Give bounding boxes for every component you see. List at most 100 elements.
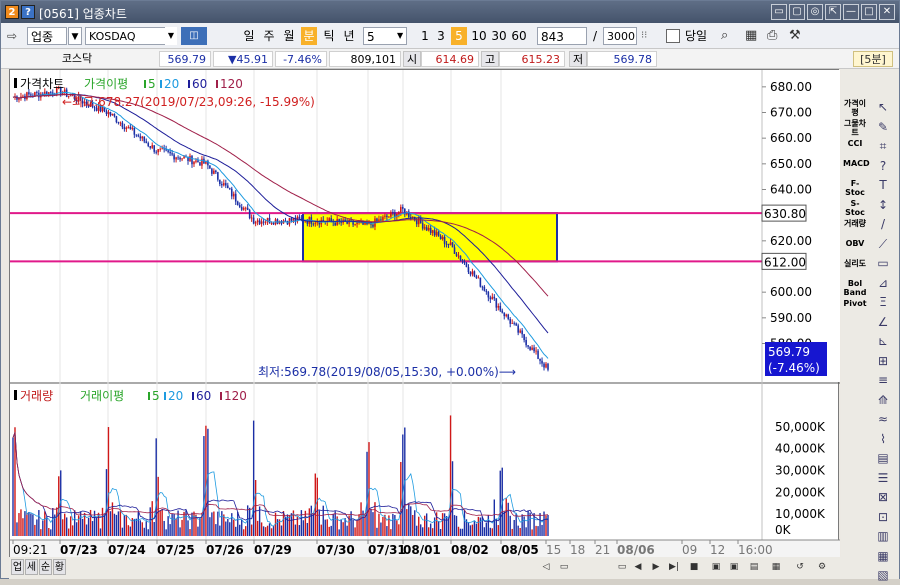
eraser-icon[interactable]: ✎ xyxy=(871,117,895,137)
minute-button-1[interactable]: 1 xyxy=(417,27,433,45)
ray-icon[interactable]: ⟋ xyxy=(871,234,895,254)
indicator-6[interactable]: 거래량 xyxy=(843,219,867,228)
indicator-4[interactable]: F-Stoc xyxy=(843,179,867,197)
chart-type-icon[interactable]: ◫ xyxy=(181,27,207,45)
copy-icon[interactable]: ▥ xyxy=(871,526,895,546)
period-button-5[interactable]: 년 xyxy=(341,27,357,45)
open-value: 614.69 xyxy=(421,51,479,67)
all-icon[interactable]: ⌗ xyxy=(871,136,895,156)
indicator-8[interactable]: 실리도 xyxy=(843,259,867,268)
settings-dots-icon[interactable]: ⁝⁝ xyxy=(641,27,647,45)
window-button-1[interactable]: ▢ xyxy=(789,4,805,20)
text-icon[interactable]: T xyxy=(871,175,895,195)
zoom-in-icon[interactable]: ▣ xyxy=(727,560,741,574)
bottom-tab-2[interactable]: 순 xyxy=(39,559,52,575)
bottom-tab-1[interactable]: 세 xyxy=(25,559,38,575)
query-icon[interactable]: ? xyxy=(871,156,895,176)
period-button-0[interactable]: 일 xyxy=(241,27,257,45)
window-button-6[interactable]: ✕ xyxy=(879,4,895,20)
help-icon[interactable]: ? xyxy=(21,5,35,19)
stop-icon[interactable]: ■ xyxy=(687,560,701,574)
window-button-0[interactable]: ▭ xyxy=(771,4,787,20)
market-select[interactable]: 업종 xyxy=(27,27,67,45)
candle-body xyxy=(259,220,261,223)
minute-button-60[interactable]: 60 xyxy=(509,27,529,45)
save-icon[interactable]: ⊠ xyxy=(871,487,895,507)
wave-icon[interactable]: ≈ xyxy=(871,409,895,429)
candle-body xyxy=(155,152,157,153)
fit-icon[interactable]: ▤ xyxy=(747,560,761,574)
triangle-icon[interactable]: ⊿ xyxy=(871,273,895,293)
window-button-5[interactable]: □ xyxy=(861,4,877,20)
option-icon[interactable]: ▧ xyxy=(871,565,895,585)
chart-svg[interactable]: 680.00670.00660.00650.00640.00620.00600.… xyxy=(10,70,840,558)
interval-badge[interactable]: [5분] xyxy=(853,51,893,67)
scroll-end-icon[interactable]: ▶| xyxy=(667,560,681,574)
period-button-3[interactable]: 분 xyxy=(301,27,317,45)
settings-icon[interactable]: ⚙ xyxy=(815,560,829,574)
today-checkbox[interactable] xyxy=(666,29,680,43)
cycle-icon[interactable]: ⟰ xyxy=(871,390,895,410)
minute-button-3[interactable]: 3 xyxy=(433,27,449,45)
index-dropdown-icon[interactable]: ▼ xyxy=(165,27,177,45)
select-icon[interactable]: ↖ xyxy=(871,97,895,117)
indicator-1[interactable]: 그물차트 xyxy=(843,119,867,137)
load-icon[interactable]: ⊡ xyxy=(871,507,895,527)
scroll-left-icon[interactable]: ◀ xyxy=(631,560,645,574)
tools-icon[interactable]: ⚒ xyxy=(789,27,801,45)
window-button-2[interactable]: ◎ xyxy=(807,4,823,20)
max-count-input[interactable]: 3000 xyxy=(603,27,637,45)
zoom-icon[interactable]: ▭ xyxy=(615,560,629,574)
candle-body xyxy=(462,260,464,261)
window-button-3[interactable]: ⇱ xyxy=(825,4,841,20)
grid-draw-icon[interactable]: ⊞ xyxy=(871,351,895,371)
index-select[interactable]: KOSDAQ xyxy=(85,27,177,45)
count-input[interactable]: 843 xyxy=(537,27,587,45)
rect-icon[interactable]: ▭ xyxy=(871,253,895,273)
indicator-7[interactable]: OBV xyxy=(843,239,867,248)
minute-button-30[interactable]: 30 xyxy=(489,27,509,45)
channel-icon[interactable]: ≡ xyxy=(871,370,895,390)
arc-icon[interactable]: ⊾ xyxy=(871,331,895,351)
window-button-4[interactable]: — xyxy=(843,4,859,20)
indicator-2[interactable]: CCI xyxy=(843,139,867,148)
minute-button-5[interactable]: 5 xyxy=(451,27,467,45)
refresh-icon[interactable]: ↺ xyxy=(793,560,807,574)
indicator-0[interactable]: 가격이평 xyxy=(843,99,867,117)
bottom-tab-0[interactable]: 업 xyxy=(11,559,24,575)
search-icon[interactable]: ⌕ xyxy=(721,27,728,45)
trendline-icon[interactable]: / xyxy=(871,214,895,234)
layout-icon[interactable]: ▤ xyxy=(871,448,895,468)
cross-icon[interactable]: ↕ xyxy=(871,195,895,215)
fibo-icon[interactable]: Ξ xyxy=(871,292,895,312)
indicator-9[interactable]: Bol Band xyxy=(843,279,867,297)
indicator-3[interactable]: MACD xyxy=(843,159,867,168)
list-icon[interactable]: ☰ xyxy=(871,468,895,488)
scroll-slider[interactable]: ▭ xyxy=(557,560,571,574)
scroll-left-end-icon[interactable]: ◁ xyxy=(539,560,553,574)
chart-area[interactable]: 680.00670.00660.00650.00640.00620.00600.… xyxy=(9,69,839,557)
indicator-5[interactable]: S-Stoc xyxy=(843,199,867,217)
market-dropdown-icon[interactable]: ▼ xyxy=(68,27,82,45)
candle-body xyxy=(211,169,213,174)
period-button-1[interactable]: 주 xyxy=(261,27,277,45)
candle-body xyxy=(139,136,141,138)
zoom-out-icon[interactable]: ▣ xyxy=(709,560,723,574)
table-icon[interactable]: ▦ xyxy=(871,546,895,566)
grid-toggle-icon[interactable]: ▦ xyxy=(769,560,783,574)
candle-body xyxy=(466,263,468,267)
drag-handle-icon[interactable]: ⇨ xyxy=(7,27,17,45)
bottom-tab-3[interactable]: 황 xyxy=(53,559,66,575)
period-button-2[interactable]: 월 xyxy=(281,27,297,45)
print-icon[interactable]: ⎙ xyxy=(767,27,777,45)
scroll-right-icon[interactable]: ▶ xyxy=(649,560,663,574)
period-dropdown-icon[interactable]: ▼ xyxy=(397,27,403,45)
angle-icon[interactable]: ∠ xyxy=(871,312,895,332)
gann-icon[interactable]: ⌇ xyxy=(871,429,895,449)
indicator-10[interactable]: Pivot xyxy=(843,299,867,308)
minute-button-10[interactable]: 10 xyxy=(469,27,489,45)
grid-icon[interactable]: ▦ xyxy=(745,27,757,45)
candle-body xyxy=(223,183,225,185)
period-button-4[interactable]: 틱 xyxy=(321,27,337,45)
window-number-badge[interactable]: 2 xyxy=(5,5,19,19)
